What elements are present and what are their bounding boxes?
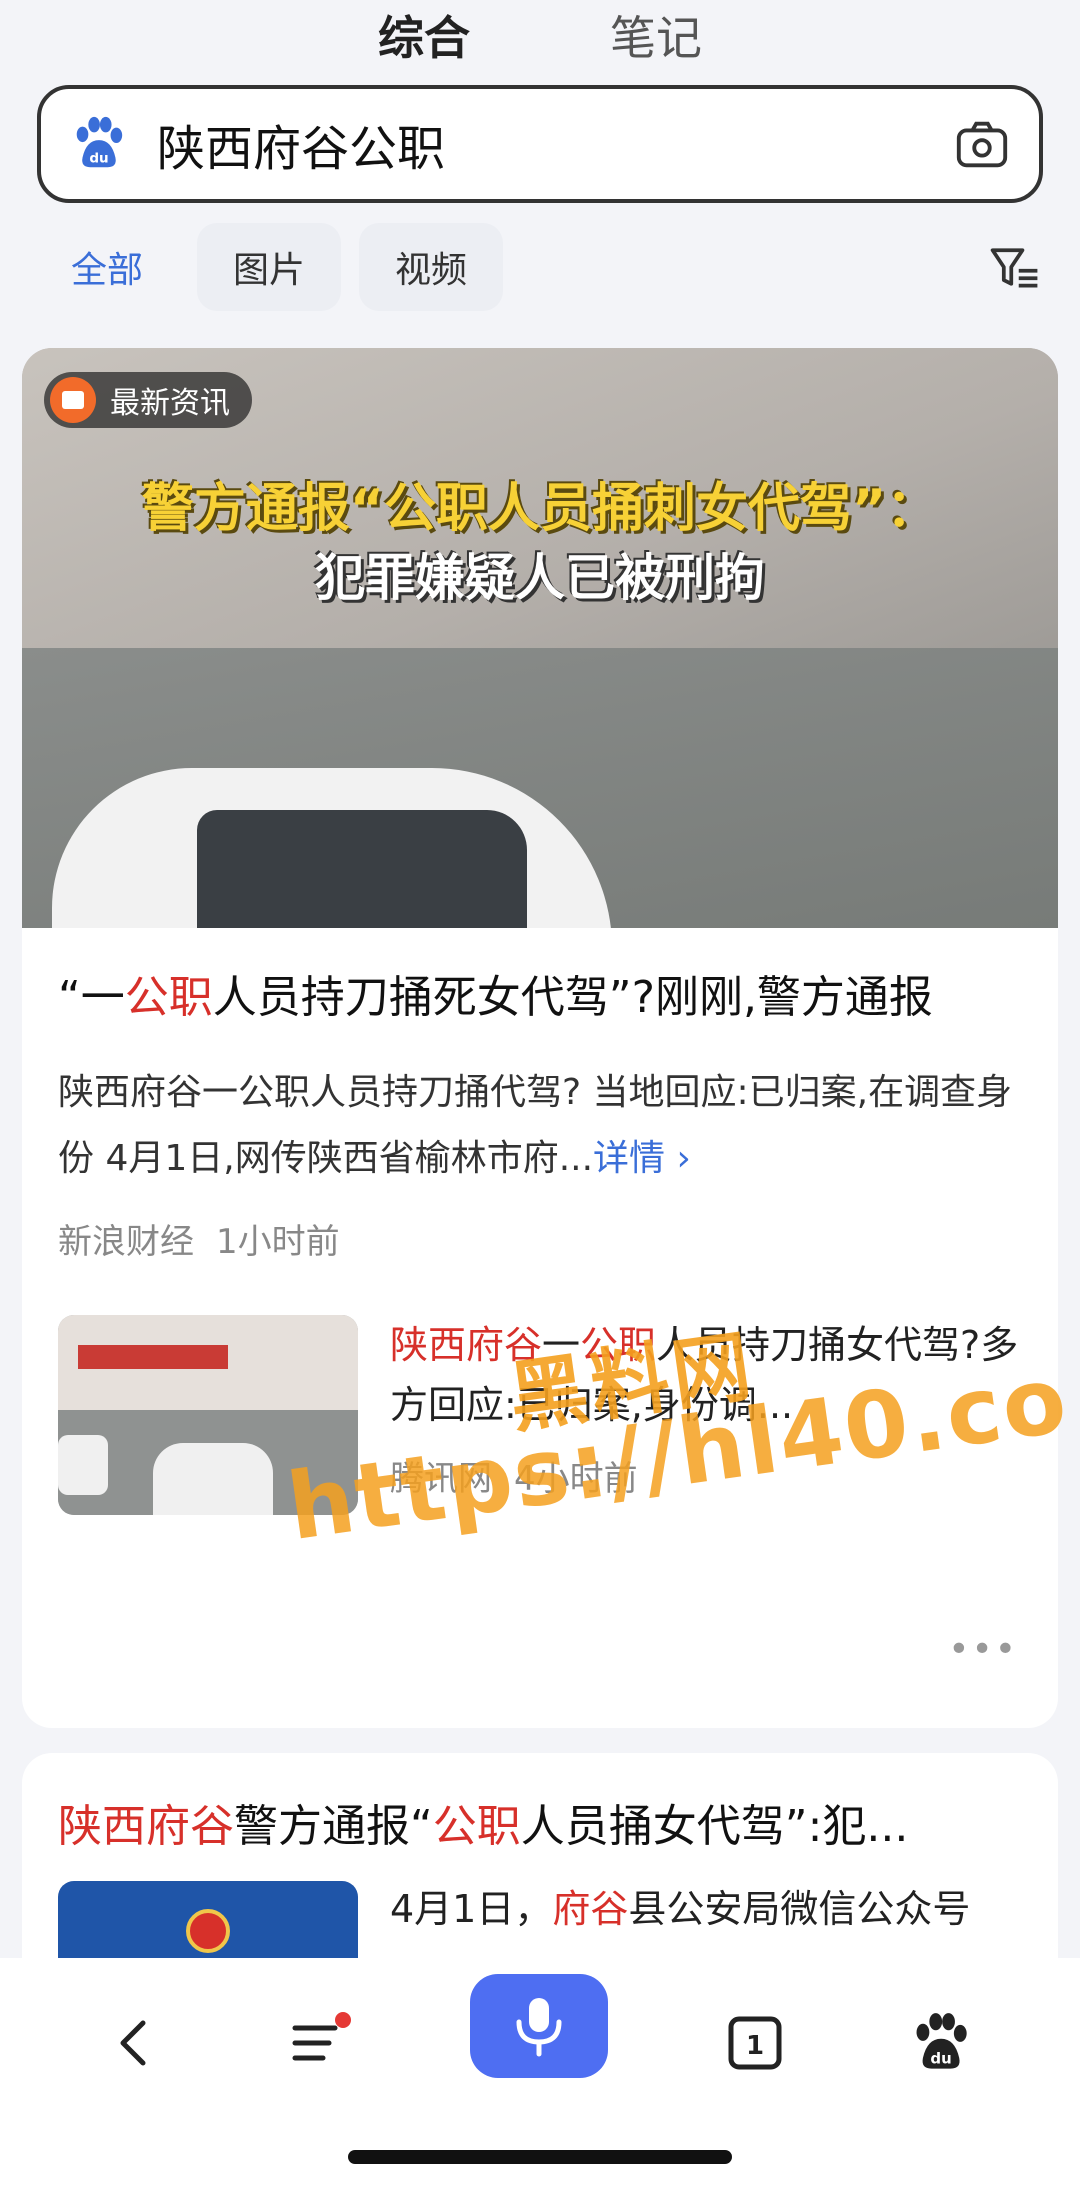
hero-car-window [197,810,527,928]
result-hero-image[interactable]: 最新资讯 警方通报“公职人员捅刺女代驾”： 犯罪嫌疑人已被刑拘 [22,348,1058,928]
result-time: 1小时前 [216,1222,340,1262]
tab-comprehensive[interactable]: 综合 [378,0,470,75]
desc-text: 陕西府谷一公职人员持刀捅代驾? 当地回应:已归案,在调查身份 4月1日,网传陕西… [58,1072,1013,1179]
filter-videos[interactable]: 视频 [359,223,504,311]
baidu-paw-icon: du [916,2013,967,2069]
related-time: 4小时前 [514,1459,638,1499]
microphone-icon [516,1998,562,2057]
filter-all[interactable]: 全部 [37,223,179,311]
baidu-paw-icon: du [76,116,123,168]
svg-text:du: du [930,2049,951,2067]
top-tabs: 综合 笔记 [0,0,1080,75]
camera-icon[interactable] [953,115,1011,173]
badge-label: 最新资讯 [110,386,230,421]
hero-caption-line2: 犯罪嫌疑人已被刑拘 [315,549,765,607]
result2-title-post: 人员捅女代驾”:犯... [520,1801,909,1852]
more-options-icon[interactable]: ••• [948,1629,1018,1670]
related-thumbnail[interactable] [58,1315,358,1515]
result-source: 新浪财经 [58,1222,194,1262]
related-title-hl2: 公职 [580,1323,657,1367]
svg-text:du: du [89,150,108,166]
chevron-left-icon [120,2020,146,2066]
filter-icon[interactable] [987,239,1043,295]
related-meta: 腾讯网 4小时前 [390,1451,1022,1500]
news-icon [50,377,96,423]
related-title-mid: 一 [542,1323,581,1367]
search-input[interactable]: du 陕西府谷公职 [37,85,1043,203]
filter-images[interactable]: 图片 [197,223,342,311]
related-title[interactable]: 陕西府谷一公职人员持刀捅女代驾?多方回应:已归案,身份调... [390,1315,1022,1435]
result2-title-hl2: 公职 [432,1801,521,1852]
hero-caption-line1: 警方通报“公职人员捅刺女代驾”： [141,479,939,539]
result2-snippet-post: 县公安局微信公众号 [628,1887,971,1931]
related-result[interactable]: 陕西府谷一公职人员持刀捅女代驾?多方回应:已归案,身份调... 腾讯网 4小时前 [58,1315,1022,1515]
related-source: 腾讯网 [390,1459,492,1499]
title-highlight: 公职 [124,972,213,1023]
menu-button[interactable] [275,1998,365,2088]
title-prefix: “一 [58,972,125,1023]
related-title-hl1: 陕西府谷 [390,1323,543,1367]
related-body: 陕西府谷一公职人员持刀捅女代驾?多方回应:已归案,身份调... 腾讯网 4小时前 [390,1315,1022,1515]
latest-news-badge: 最新资讯 [44,372,252,428]
tabs-icon: 1 [728,2016,782,2070]
filter-bar: 全部 图片 视频 [37,223,1043,311]
result-meta: 新浪财经 1小时前 [58,1214,1022,1263]
result2-snippet-pre: 4月1日， [390,1887,553,1931]
details-link[interactable]: 详情 › [593,1138,691,1179]
result-title[interactable]: “一公职人员持刀捅死女代驾”?刚刚,警方通报 [58,964,1022,1032]
result2-title-mid: 警方通报“ [234,1801,433,1852]
result2-title-hl1: 陕西府谷 [58,1801,234,1852]
voice-search-button[interactable] [470,1974,608,2078]
title-suffix: 人员持刀捅死女代驾”?刚刚,警方通报 [212,972,933,1023]
search-query: 陕西府谷公职 [157,121,446,177]
result-card-1[interactable]: 最新资讯 警方通报“公职人员捅刺女代驾”： 犯罪嫌疑人已被刑拘 “一公职人员持刀… [22,348,1058,1728]
baidu-home-button[interactable]: du [895,1998,985,2088]
tabs-count: 1 [746,2031,764,2061]
result-description: 陕西府谷一公职人员持刀捅代驾? 当地回应:已归案,在调查身份 4月1日,网传陕西… [58,1060,1022,1192]
home-indicator[interactable] [348,2150,732,2164]
result2-snippet-hl: 府谷 [552,1887,629,1931]
back-button[interactable] [90,1998,180,2088]
tab-notes[interactable]: 笔记 [610,0,702,75]
menu-icon [292,2012,351,2061]
result2-title[interactable]: 陕西府谷警方通报“公职人员捅女代驾”:犯... [58,1797,1022,1857]
tabs-button[interactable]: 1 [710,1998,800,2088]
police-emblem-icon [186,1909,230,1953]
